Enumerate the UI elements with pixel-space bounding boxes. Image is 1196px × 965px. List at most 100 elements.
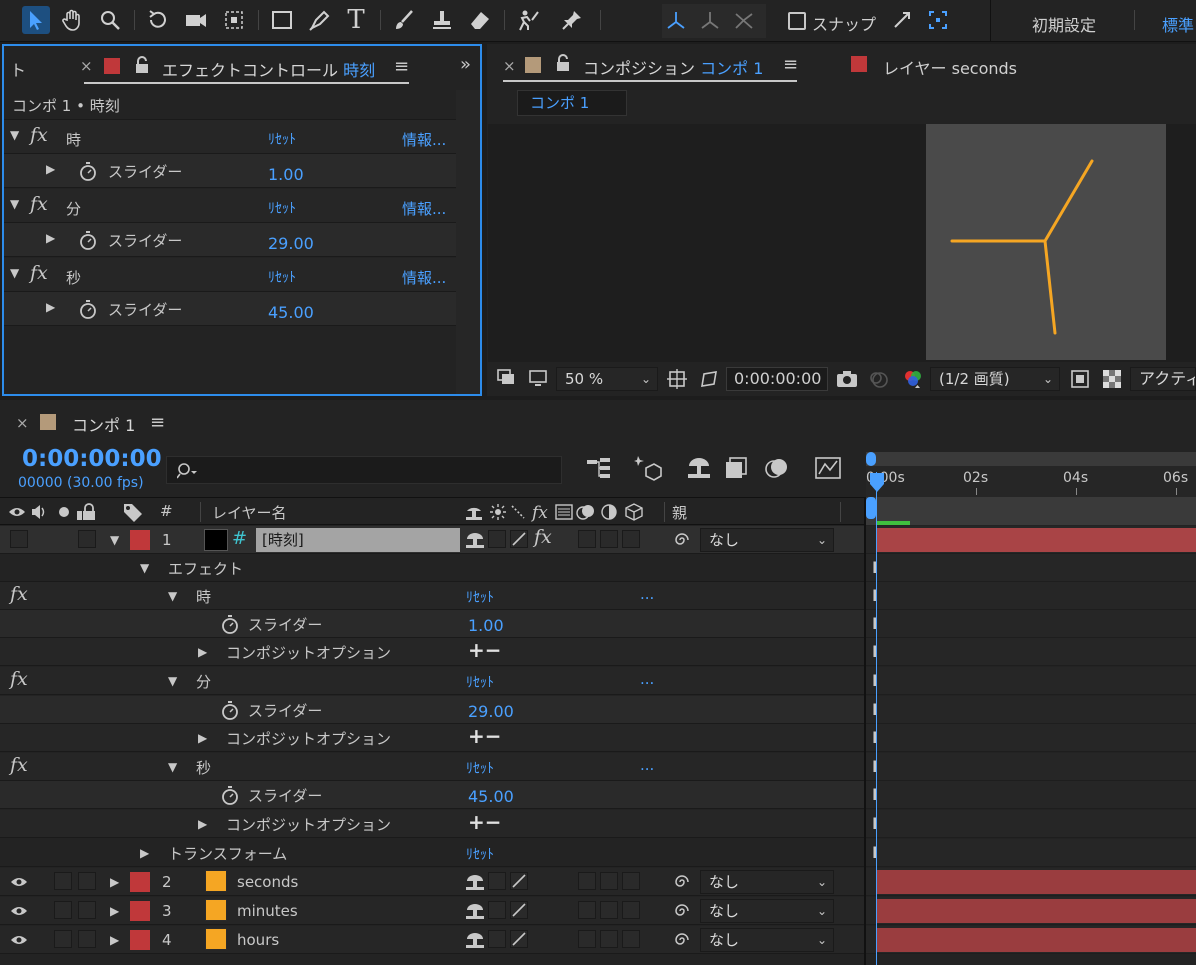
close-tab-icon[interactable]: × bbox=[16, 414, 29, 432]
disclosure-triangle-icon[interactable]: ▼ bbox=[168, 760, 177, 774]
local-axis-icon[interactable] bbox=[662, 6, 690, 34]
pick-whip-icon[interactable] bbox=[672, 930, 692, 954]
label-color[interactable] bbox=[130, 901, 150, 921]
stopwatch-icon[interactable] bbox=[220, 613, 240, 639]
disclosure-triangle-icon[interactable]: ▼ bbox=[140, 561, 149, 575]
disclosure-triangle-icon[interactable]: ▶ bbox=[46, 162, 55, 176]
motion-blur-switch[interactable] bbox=[600, 930, 618, 948]
zoom-tool-icon[interactable] bbox=[96, 6, 124, 34]
frame-blend-switch[interactable] bbox=[578, 901, 596, 919]
region-of-interest-icon[interactable] bbox=[1070, 369, 1090, 393]
table-row[interactable]: ▶ 4 hours なし ⌄ bbox=[0, 926, 864, 954]
slider-value[interactable]: 45.00 bbox=[268, 303, 314, 322]
column-layer-name-label[interactable]: レイヤー名 bbox=[212, 502, 287, 523]
effect-info-link[interactable]: 情報... bbox=[402, 129, 446, 150]
slider-value[interactable]: 29.00 bbox=[268, 234, 314, 253]
active-camera-dropdown[interactable]: アクティ bbox=[1130, 367, 1196, 391]
parent-dropdown[interactable]: なし ⌄ bbox=[700, 870, 834, 894]
rotate-tool-icon[interactable] bbox=[144, 6, 172, 34]
eraser-tool-icon[interactable] bbox=[466, 6, 494, 34]
parent-dropdown[interactable]: なし ⌄ bbox=[700, 899, 834, 923]
stopwatch-icon[interactable] bbox=[78, 298, 98, 324]
playhead-handle-icon[interactable] bbox=[869, 472, 885, 498]
quality-switch[interactable] bbox=[510, 901, 528, 919]
eye-icon[interactable] bbox=[10, 874, 28, 894]
adjustment-switch[interactable] bbox=[622, 530, 640, 548]
label-color[interactable] bbox=[130, 872, 150, 892]
resolution-dropdown[interactable]: (1/2 画質) ⌄ bbox=[930, 367, 1060, 391]
solo-toggle[interactable] bbox=[54, 901, 72, 919]
disclosure-triangle-icon[interactable]: ▼ bbox=[168, 589, 177, 603]
add-remove-mask-icon[interactable]: +− bbox=[468, 810, 502, 834]
timeline-navigator[interactable] bbox=[866, 497, 1196, 525]
frame-blend-switch[interactable] bbox=[578, 872, 596, 890]
snapshot-camera-icon[interactable] bbox=[836, 369, 858, 393]
panel-divider[interactable] bbox=[864, 497, 866, 965]
adjustment-switch[interactable] bbox=[622, 901, 640, 919]
puppet-pin-tool-icon[interactable] bbox=[558, 6, 586, 34]
add-remove-mask-icon[interactable]: +− bbox=[468, 724, 502, 748]
comp-flowchart-chip[interactable]: コンポ 1 bbox=[517, 90, 627, 116]
parent-dropdown[interactable]: なし ⌄ bbox=[700, 528, 834, 552]
graph-editor-icon[interactable] bbox=[814, 456, 842, 484]
pick-whip-icon[interactable] bbox=[672, 872, 692, 896]
stopwatch-icon[interactable] bbox=[78, 160, 98, 186]
text-tool-icon[interactable]: T bbox=[342, 5, 370, 35]
video-toggle[interactable] bbox=[10, 530, 28, 548]
layer-name[interactable]: [時刻] bbox=[256, 528, 460, 552]
time-ruler[interactable]: 0:00s 02s 04s 06s bbox=[866, 466, 1196, 497]
effect-reset-link[interactable]: ﾘｾｯﾄ bbox=[466, 672, 494, 692]
draft-3d-icon[interactable] bbox=[634, 454, 662, 486]
comp-tab-title[interactable]: コンポジション コンポ 1 bbox=[583, 55, 763, 79]
layer-name[interactable]: hours bbox=[237, 931, 279, 949]
monitor-icon[interactable] bbox=[528, 368, 548, 392]
adjustment-switch[interactable] bbox=[622, 930, 640, 948]
layer-duration-bar[interactable] bbox=[877, 928, 1196, 952]
eye-column-icon[interactable] bbox=[8, 502, 87, 526]
disclosure-triangle-icon[interactable]: ▶ bbox=[198, 645, 207, 659]
panel-overflow-icon[interactable]: » bbox=[460, 54, 471, 75]
shy-switch-icon[interactable] bbox=[466, 901, 484, 925]
snap-checkbox[interactable] bbox=[788, 12, 806, 30]
layer-name[interactable]: seconds bbox=[237, 873, 298, 891]
column-parent-label[interactable]: 親 bbox=[672, 502, 687, 523]
eye-icon[interactable] bbox=[10, 903, 28, 923]
frame-blending-icon[interactable] bbox=[724, 456, 750, 484]
shy-switch-icon[interactable] bbox=[466, 930, 484, 954]
eye-icon[interactable] bbox=[10, 932, 28, 952]
hand-tool-icon[interactable] bbox=[58, 6, 86, 34]
work-area-bar[interactable] bbox=[866, 452, 1196, 466]
snap-edge-icon[interactable] bbox=[888, 6, 916, 34]
effect-header-second[interactable]: ▼ fx 秒 ﾘｾｯﾄ 情報... bbox=[4, 258, 456, 292]
effect-header-minute[interactable]: ▼ fx 分 ﾘｾｯﾄ 情報... bbox=[4, 189, 456, 223]
effect-reset-link[interactable]: ﾘｾｯﾄ bbox=[268, 267, 296, 287]
motion-blur-icon[interactable] bbox=[764, 456, 790, 484]
table-row[interactable]: ▼ 1 # [時刻] fx なし ⌄ bbox=[0, 526, 864, 554]
lock-icon[interactable] bbox=[555, 53, 571, 77]
effect-reset-link[interactable]: ﾘｾｯﾄ bbox=[268, 129, 296, 149]
disclosure-triangle-icon[interactable]: ▶ bbox=[140, 846, 149, 860]
disclosure-triangle-icon[interactable]: ▼ bbox=[10, 128, 19, 142]
label-tag-icon[interactable] bbox=[122, 502, 144, 526]
lock-toggle[interactable] bbox=[78, 901, 96, 919]
disclosure-triangle-icon[interactable]: ▶ bbox=[198, 817, 207, 831]
fx-switch-icon[interactable]: fx bbox=[534, 526, 552, 548]
fit-frame-icon[interactable] bbox=[666, 368, 688, 394]
quality-switch[interactable] bbox=[510, 872, 528, 890]
pan-behind-tool-icon[interactable] bbox=[220, 6, 248, 34]
add-remove-mask-icon[interactable]: +− bbox=[468, 638, 502, 662]
slider-value[interactable]: 29.00 bbox=[468, 702, 514, 721]
disclosure-triangle-icon[interactable]: ▶ bbox=[46, 300, 55, 314]
mask-visibility-icon[interactable] bbox=[698, 368, 720, 394]
close-tab-icon[interactable]: × bbox=[503, 57, 516, 75]
transparency-grid-icon[interactable] bbox=[1102, 369, 1122, 393]
layer-duration-bar[interactable] bbox=[877, 870, 1196, 894]
effect-info-link[interactable]: 情報... bbox=[402, 267, 446, 288]
effect-more-link[interactable]: ... bbox=[640, 670, 654, 688]
slider-value[interactable]: 45.00 bbox=[468, 787, 514, 806]
stopwatch-icon[interactable] bbox=[220, 699, 240, 725]
panel-menu-icon[interactable]: ≡ bbox=[783, 54, 798, 75]
zoom-dropdown[interactable]: 50 % ⌄ bbox=[556, 367, 658, 391]
disclosure-triangle-icon[interactable]: ▼ bbox=[10, 197, 19, 211]
disclosure-triangle-icon[interactable]: ▶ bbox=[110, 933, 119, 947]
